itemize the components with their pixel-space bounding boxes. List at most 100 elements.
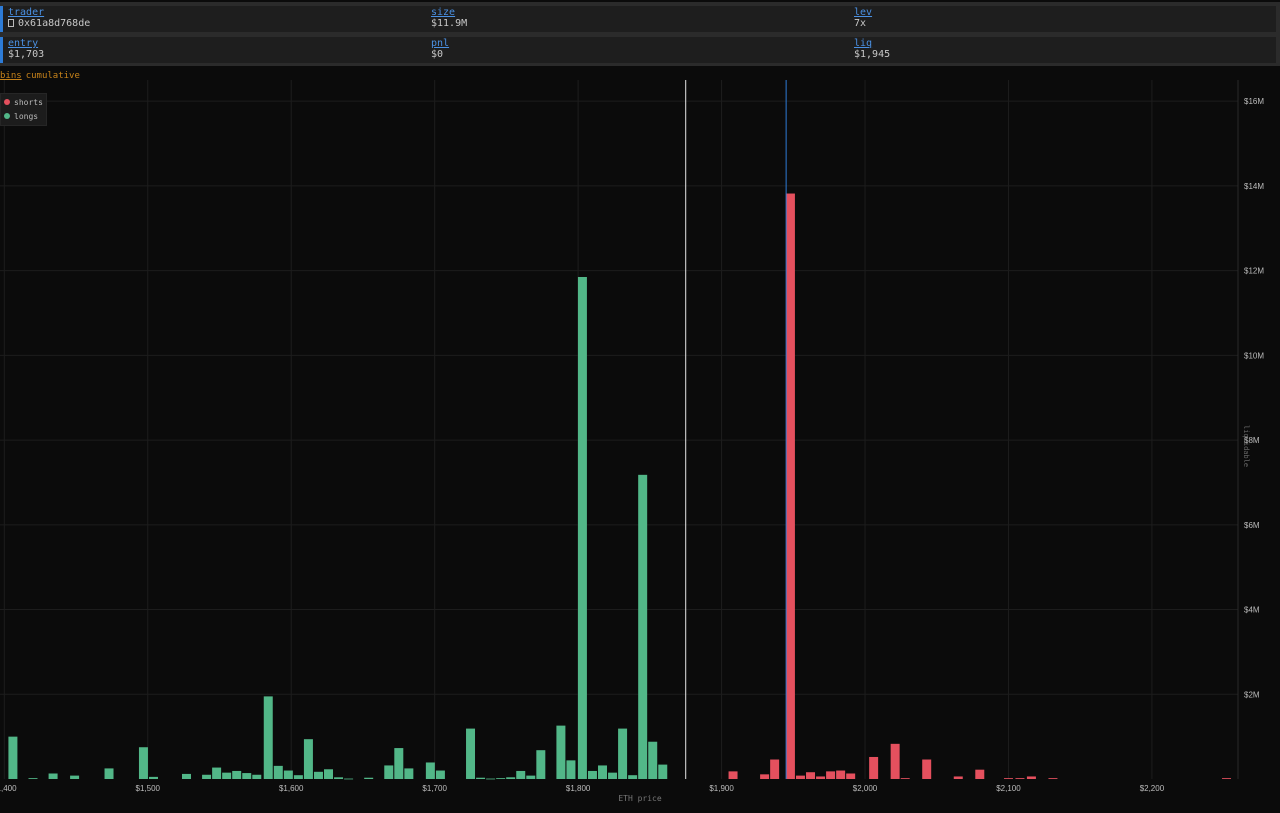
longs-bar[interactable] xyxy=(232,770,242,779)
longs-bar[interactable] xyxy=(222,772,232,779)
longs-bar[interactable] xyxy=(618,728,628,779)
shorts-bar[interactable] xyxy=(760,774,770,779)
longs-bar[interactable] xyxy=(658,764,668,779)
lev-label[interactable]: lev xyxy=(854,7,872,18)
longs-bar[interactable] xyxy=(598,765,607,779)
x-tick-label: $2,000 xyxy=(853,784,878,793)
shorts-bar[interactable] xyxy=(770,759,780,779)
longs-bar[interactable] xyxy=(212,767,222,779)
shorts-bar[interactable] xyxy=(816,776,826,779)
longs-bar[interactable] xyxy=(577,276,587,779)
longs-bar[interactable] xyxy=(587,770,597,779)
longs-bar[interactable] xyxy=(506,777,516,779)
longs-bar[interactable] xyxy=(516,770,526,779)
chart-legend: shorts longs xyxy=(0,93,47,126)
lev-value: 7x xyxy=(854,18,867,29)
longs-bar[interactable] xyxy=(476,777,486,779)
longs-bar[interactable] xyxy=(526,775,536,779)
shorts-bar[interactable] xyxy=(1015,778,1025,779)
shorts-bar[interactable] xyxy=(1026,776,1036,779)
longs-dot xyxy=(4,113,10,119)
longs-bar[interactable] xyxy=(273,765,283,779)
y-tick-label: $10M xyxy=(1244,351,1264,360)
longs-bar[interactable] xyxy=(394,748,404,779)
shorts-bar[interactable] xyxy=(826,771,836,779)
longs-bar[interactable] xyxy=(303,739,313,779)
longs-bar[interactable] xyxy=(435,770,445,779)
longs-bar[interactable] xyxy=(334,777,344,779)
longs-bar[interactable] xyxy=(425,762,435,779)
shorts-bar[interactable] xyxy=(836,770,846,779)
legend-shorts-label: shorts xyxy=(14,98,43,107)
longs-bar[interactable] xyxy=(364,777,374,779)
trader-cell: trader 0x61a8d768de xyxy=(8,7,90,29)
y-tick-label: $4M xyxy=(1244,606,1260,615)
longs-bar[interactable] xyxy=(138,747,148,779)
x-axis-ticks: $1,400 $1,500 $1,600 $1,700 $1,800 $1,900 $2,0… xyxy=(0,784,1165,793)
shorts-bar[interactable] xyxy=(1222,778,1232,779)
size-label[interactable]: size xyxy=(431,7,467,18)
y-tick-label: $6M xyxy=(1244,521,1260,530)
grid-lines xyxy=(0,80,1239,779)
x-axis-label: ETH price xyxy=(618,794,662,803)
liq-label[interactable]: liq xyxy=(854,38,890,49)
longs-bar[interactable] xyxy=(384,765,394,779)
longs-bar[interactable] xyxy=(252,774,262,779)
histogram-bars xyxy=(8,193,1232,780)
longs-bar[interactable] xyxy=(202,774,212,779)
shorts-bar[interactable] xyxy=(728,771,738,779)
shorts-bar[interactable] xyxy=(953,776,963,779)
longs-bar[interactable] xyxy=(182,773,191,779)
longs-bar[interactable] xyxy=(283,770,293,779)
entry-label[interactable]: entry xyxy=(8,38,44,49)
longs-bar[interactable] xyxy=(638,474,648,779)
longs-bar[interactable] xyxy=(404,768,414,779)
info-row-1: trader 0x61a8d768de size $11.9M lev 7x xyxy=(0,6,1276,32)
longs-bar[interactable] xyxy=(608,772,618,779)
longs-bar[interactable] xyxy=(486,778,496,780)
longs-bar[interactable] xyxy=(496,778,506,779)
longs-bar[interactable] xyxy=(242,773,252,779)
shorts-bar[interactable] xyxy=(975,769,985,779)
document-icon[interactable] xyxy=(8,19,14,27)
longs-bar[interactable] xyxy=(536,750,546,779)
shorts-bar[interactable] xyxy=(795,775,805,779)
shorts-bar[interactable] xyxy=(869,756,879,779)
shorts-bar[interactable] xyxy=(846,773,856,779)
shorts-bar[interactable] xyxy=(922,759,932,779)
longs-bar[interactable] xyxy=(8,736,18,779)
shorts-bar[interactable] xyxy=(806,772,816,779)
trader-label[interactable]: trader xyxy=(8,7,90,18)
y-axis-ticks: $2M$4M$6M$8M$10M$12M$14M$16M xyxy=(1244,97,1264,699)
longs-bar[interactable] xyxy=(313,771,323,779)
longs-bar[interactable] xyxy=(70,775,80,779)
longs-bar[interactable] xyxy=(104,768,114,779)
x-tick-label: $2,200 xyxy=(1140,784,1165,793)
longs-bar[interactable] xyxy=(48,773,58,779)
entry-cell: entry $1,703 xyxy=(8,38,44,60)
longs-bar[interactable] xyxy=(293,775,303,779)
longs-bar[interactable] xyxy=(648,741,658,779)
position-info-panel: trader 0x61a8d768de size $11.9M lev 7x e… xyxy=(0,2,1280,66)
liq-cell: liq $1,945 xyxy=(854,38,890,60)
shorts-bar[interactable] xyxy=(890,743,900,779)
entry-value: $1,703 xyxy=(8,49,45,60)
longs-bar[interactable] xyxy=(566,760,576,779)
shorts-bar[interactable] xyxy=(900,778,910,779)
longs-bar[interactable] xyxy=(556,725,566,779)
longs-bar[interactable] xyxy=(628,775,638,779)
longs-bar[interactable] xyxy=(466,728,476,779)
shorts-bar[interactable] xyxy=(1048,778,1058,779)
shorts-bar[interactable] xyxy=(785,193,795,779)
price-markers xyxy=(685,80,787,779)
longs-bar[interactable] xyxy=(149,776,158,779)
longs-bar[interactable] xyxy=(344,778,354,780)
longs-bar[interactable] xyxy=(263,696,273,779)
shorts-bar[interactable] xyxy=(1003,778,1013,779)
pnl-label[interactable]: pnl xyxy=(431,38,449,49)
legend-item-longs[interactable]: longs xyxy=(4,112,38,122)
legend-longs-label: longs xyxy=(14,112,39,121)
longs-bar[interactable] xyxy=(28,778,38,779)
longs-bar[interactable] xyxy=(324,769,333,779)
legend-item-shorts[interactable]: shorts xyxy=(4,98,43,108)
